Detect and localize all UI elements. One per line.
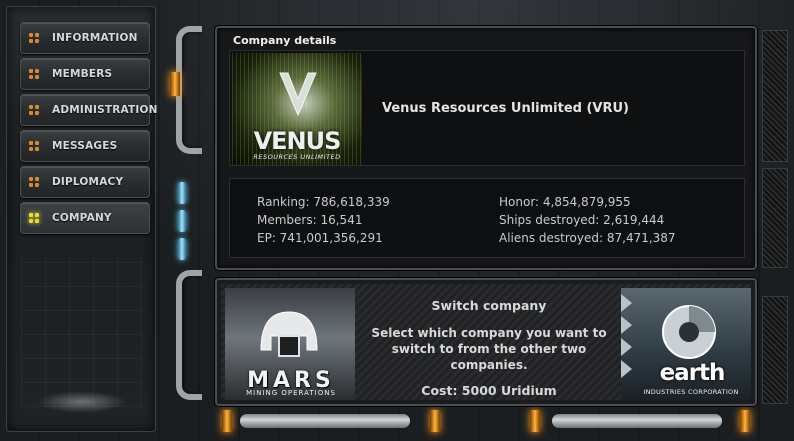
- earth-globe-icon: [662, 305, 716, 359]
- menu-item-company[interactable]: COMPANY: [20, 202, 150, 234]
- menu-item-information[interactable]: INFORMATION: [20, 22, 150, 54]
- cyan-light-decor: [178, 182, 186, 204]
- menu-item-messages[interactable]: MESSAGES: [20, 130, 150, 162]
- stat-honor: Honor: 4,854,879,955: [499, 195, 631, 209]
- switch-company-body: MARS MINING OPERATIONS Switch company Se…: [221, 284, 751, 400]
- earth-logo-word: earth: [659, 360, 726, 386]
- stat-ep: EP: 741,001,356,291: [257, 231, 383, 245]
- arrow-right-icon: [621, 338, 632, 356]
- vent-mesh-decor: [762, 30, 788, 162]
- stat-members: Members: 16,541: [257, 213, 363, 227]
- company-details-panel: Company details VENUS RESOURCES UNLIMITE…: [215, 26, 757, 270]
- earth-company-button[interactable]: earth INDUSTRIES CORPORATION: [621, 288, 751, 400]
- menu-item-label: INFORMATION: [52, 32, 138, 44]
- venus-logo-word: VENUS: [253, 127, 342, 155]
- menu-bullet-icon: [29, 105, 39, 115]
- sidebar-light-decor: [37, 391, 127, 413]
- mars-company-button[interactable]: MARS MINING OPERATIONS: [225, 288, 355, 400]
- cyan-light-decor: [178, 238, 186, 260]
- menu-bullet-icon: [29, 141, 39, 151]
- menu-item-label: DIPLOMACY: [52, 176, 124, 188]
- arrow-right-icon: [621, 316, 632, 334]
- switch-company-panel: MARS MINING OPERATIONS Switch company Se…: [215, 278, 757, 406]
- arrow-right-icon: [621, 360, 632, 378]
- stat-aliens-destroyed: Aliens destroyed: 87,471,387: [499, 231, 676, 245]
- earth-logo-subtitle: INDUSTRIES CORPORATION: [643, 388, 739, 396]
- menu-item-members[interactable]: MEMBERS: [20, 58, 150, 90]
- pipe-bracket-decor: [176, 270, 202, 400]
- amber-light-decor: [170, 72, 180, 96]
- menu-item-label: ADMINISTRATION: [52, 104, 158, 116]
- switch-description: Select which company you want to switch …: [371, 326, 607, 372]
- panel-title: Company details: [233, 34, 337, 47]
- mars-helmet-icon: [260, 311, 318, 357]
- menu-bullet-icon: [29, 69, 39, 79]
- vent-mesh-decor: [762, 168, 788, 268]
- menu-bullet-icon: [29, 33, 39, 43]
- menu-item-diplomacy[interactable]: DIPLOMACY: [20, 166, 150, 198]
- arrow-right-icon: [621, 294, 632, 312]
- menu-item-label: COMPANY: [52, 212, 112, 224]
- sidebar-grid-decor: [21, 257, 143, 407]
- amber-light-decor: [430, 410, 440, 432]
- company-name: Venus Resources Unlimited (VRU): [382, 101, 629, 116]
- amber-light-decor: [530, 410, 540, 432]
- menu-item-label: MEMBERS: [52, 68, 113, 80]
- venus-company-logo: VENUS RESOURCES UNLIMITED: [232, 53, 362, 165]
- amber-light-decor: [222, 410, 232, 432]
- venus-logo-subtitle: RESOURCES UNLIMITED: [253, 153, 341, 161]
- cyan-light-decor: [178, 210, 186, 232]
- mars-logo-subtitle: MINING OPERATIONS: [246, 389, 336, 397]
- menu-item-label: MESSAGES: [52, 140, 118, 152]
- bottom-pipe-decor: [552, 414, 722, 428]
- menu-item-administration[interactable]: ADMINISTRATION: [20, 94, 157, 126]
- bottom-pipe-decor: [240, 414, 410, 428]
- menu-bullet-active-icon: [29, 213, 39, 223]
- stat-ships-destroyed: Ships destroyed: 2,619,444: [499, 213, 665, 227]
- stats-column-left: Ranking: 786,618,339 Members: 16,541 EP:…: [257, 193, 390, 247]
- stats-column-right: Honor: 4,854,879,955 Ships destroyed: 2,…: [499, 193, 676, 247]
- switch-company-info: Switch company Select which company you …: [361, 298, 617, 398]
- venus-emblem-icon: [279, 72, 317, 117]
- menu-bullet-icon: [29, 177, 39, 187]
- stat-ranking: Ranking: 786,618,339: [257, 195, 390, 209]
- sidebar-menu: INFORMATION MEMBERS ADMINISTRATION MESSA…: [20, 22, 157, 238]
- switch-cost: Cost: 5000 Uridium: [421, 383, 557, 398]
- amber-light-decor: [740, 410, 750, 432]
- vent-mesh-decor: [762, 296, 788, 404]
- company-stats: Ranking: 786,618,339 Members: 16,541 EP:…: [229, 178, 745, 258]
- game-frame: INFORMATION MEMBERS ADMINISTRATION MESSA…: [0, 0, 794, 441]
- company-header: VENUS RESOURCES UNLIMITED Venus Resource…: [229, 50, 745, 166]
- switch-heading: Switch company: [431, 298, 547, 313]
